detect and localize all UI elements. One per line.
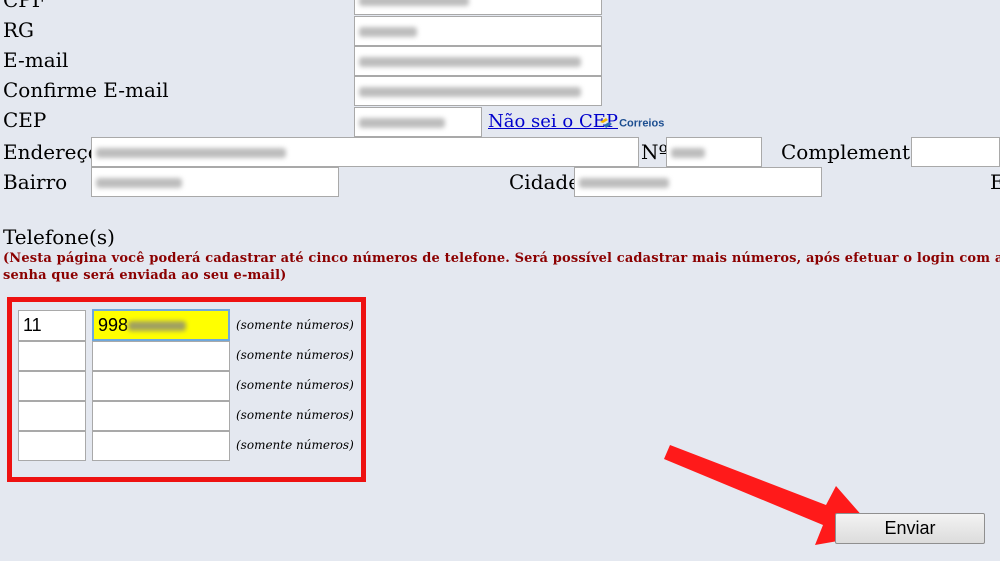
- phones-heading: Telefone(s): [3, 225, 115, 249]
- label-estado-partial: E: [990, 170, 1000, 194]
- phone-5-ddd[interactable]: [18, 431, 86, 461]
- bairro-field[interactable]: [91, 167, 339, 197]
- phone-1-ddd[interactable]: 11: [18, 310, 86, 341]
- submit-button[interactable]: Enviar: [835, 513, 985, 544]
- label-rg: RG: [3, 18, 35, 42]
- cpf-field[interactable]: [354, 0, 602, 15]
- label-complemento: Complemento: [781, 140, 923, 164]
- label-confirm-email: Confirme E-mail: [3, 78, 169, 102]
- phones-notice-line1: (Nesta página você poderá cadastrar até …: [3, 251, 1000, 266]
- label-bairro: Bairro: [3, 170, 68, 194]
- correios-logo-text: Correios: [619, 117, 665, 130]
- correios-logo[interactable]: Correios: [598, 113, 664, 133]
- phone-1-number[interactable]: 998: [92, 309, 230, 341]
- label-email: E-mail: [3, 48, 69, 72]
- phone-3-ddd[interactable]: [18, 371, 86, 401]
- phone-3-hint: (somente números): [236, 378, 354, 392]
- label-numero: Nº: [641, 140, 668, 164]
- phone-4-number[interactable]: [92, 401, 230, 431]
- phone-4-hint: (somente números): [236, 408, 354, 422]
- phone-1-number-value: 998: [98, 315, 129, 335]
- phone-2-hint: (somente números): [236, 348, 354, 362]
- phone-4-ddd[interactable]: [18, 401, 86, 431]
- phone-3-number[interactable]: [92, 371, 230, 401]
- cidade-field[interactable]: [574, 167, 822, 197]
- endereco-field[interactable]: [91, 137, 639, 167]
- label-cep: CEP: [3, 108, 47, 132]
- phone-2-number[interactable]: [92, 341, 230, 371]
- correios-icon: [598, 116, 614, 132]
- cep-field[interactable]: [354, 107, 482, 137]
- phone-1-hint: (somente números): [236, 318, 354, 332]
- rg-field[interactable]: [354, 16, 602, 46]
- phone-2-ddd[interactable]: [18, 341, 86, 371]
- label-cpf: CPF: [3, 0, 46, 12]
- label-endereco: Endereço: [3, 140, 100, 164]
- email-field[interactable]: [354, 46, 602, 76]
- phone-5-hint: (somente números): [236, 438, 354, 452]
- phone-5-number[interactable]: [92, 431, 230, 461]
- phones-notice-line2: senha que será enviada ao seu e-mail): [3, 268, 287, 283]
- numero-field[interactable]: [666, 137, 762, 167]
- confirm-email-field[interactable]: [354, 76, 602, 106]
- label-cidade: Cidade: [509, 170, 581, 194]
- complemento-field[interactable]: [911, 137, 1000, 167]
